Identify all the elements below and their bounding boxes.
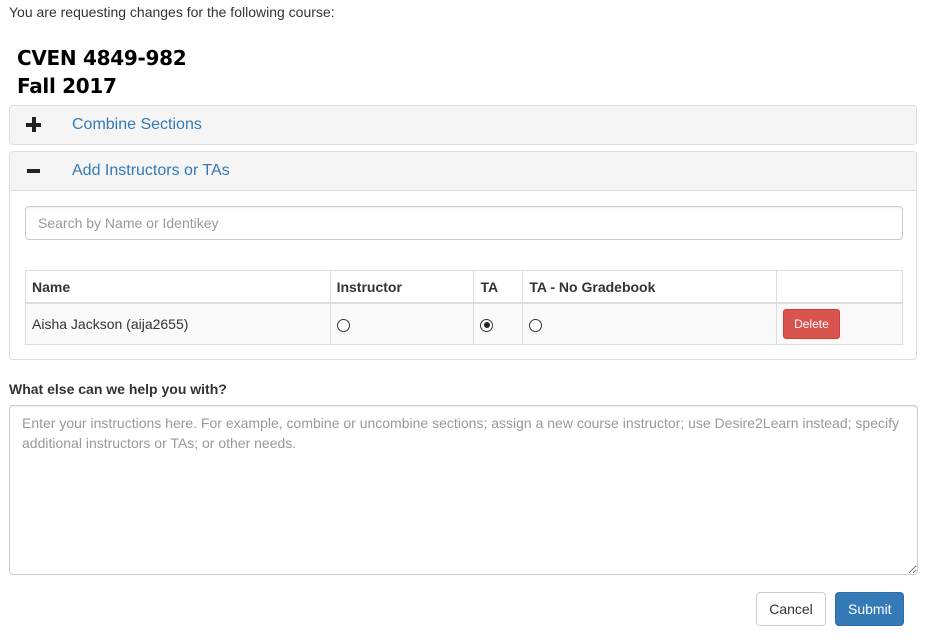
plus-icon[interactable]: [26, 117, 42, 133]
instructor-cell: [329, 302, 475, 345]
add-instructors-panel: Add Instructors or TAs Name Instructor T…: [9, 151, 917, 360]
ta-cell: [473, 302, 524, 345]
column-header-actions: [776, 270, 903, 304]
table-header-row: Name Instructor TA TA - No Gradebook: [25, 270, 903, 304]
actions-cell: Delete: [776, 302, 903, 345]
search-input[interactable]: [25, 206, 903, 240]
column-header-ta-no-gradebook: TA - No Gradebook: [522, 270, 778, 304]
instructor-radio[interactable]: [336, 318, 350, 332]
roles-table: Name Instructor TA TA - No Gradebook Ais…: [25, 270, 903, 345]
help-label: What else can we help you with?: [9, 381, 227, 397]
delete-button[interactable]: Delete: [783, 309, 840, 339]
add-instructors-toggle[interactable]: Add Instructors or TAs: [10, 152, 916, 191]
minus-icon[interactable]: [26, 163, 42, 179]
ta-no-gradebook-radio[interactable]: [529, 318, 543, 332]
ta-no-gradebook-cell: [522, 302, 778, 345]
course-term: Fall 2017: [17, 74, 117, 98]
course-code: CVEN 4849-982: [17, 46, 187, 70]
intro-text: You are requesting changes for the follo…: [9, 4, 335, 20]
submit-button[interactable]: Submit: [835, 592, 904, 626]
combine-sections-panel: Combine Sections: [9, 105, 917, 145]
course-header: CVEN 4849-982 Fall 2017: [17, 44, 187, 100]
person-name: Aisha Jackson (aija2655): [25, 302, 331, 345]
combine-sections-toggle[interactable]: Combine Sections: [10, 106, 916, 144]
table-row: Aisha Jackson (aija2655) Delete: [25, 302, 903, 345]
combine-sections-title[interactable]: Combine Sections: [72, 116, 202, 134]
column-header-name: Name: [25, 270, 331, 304]
cancel-button[interactable]: Cancel: [756, 592, 826, 626]
instructions-textarea[interactable]: [9, 405, 918, 575]
column-header-instructor: Instructor: [329, 270, 475, 304]
ta-radio[interactable]: [480, 318, 494, 332]
add-instructors-title[interactable]: Add Instructors or TAs: [72, 162, 230, 180]
column-header-ta: TA: [473, 270, 524, 304]
